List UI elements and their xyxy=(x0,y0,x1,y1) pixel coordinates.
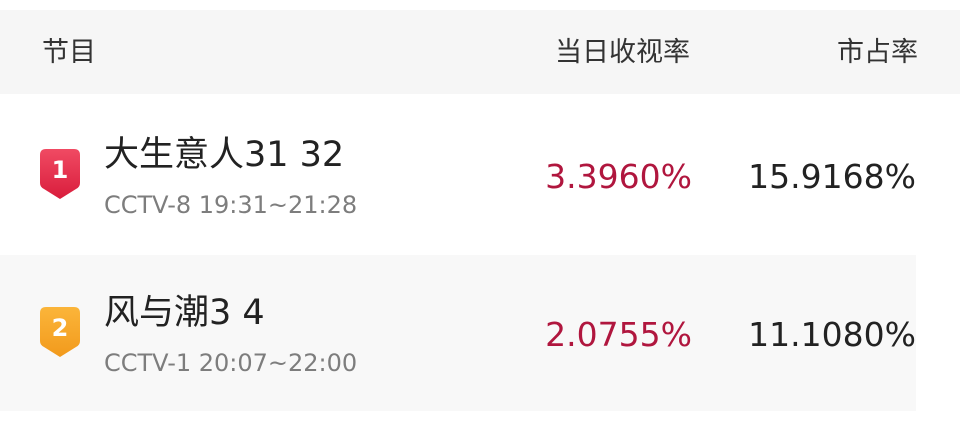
header-program: 节目 xyxy=(42,37,96,68)
daily-rating-value: 3.3960% xyxy=(545,157,692,196)
rank-badge: 2 xyxy=(40,307,80,357)
rank-badge: 1 xyxy=(40,149,80,199)
ratings-table: 节目 当日收视率 市占率 1 大生意人31 32 CCTV-8 19:31~21… xyxy=(0,0,960,434)
rank-number: 2 xyxy=(51,314,69,342)
market-share-value: 15.9168% xyxy=(748,157,916,196)
program-title[interactable]: 大生意人31 32 xyxy=(104,134,344,176)
table-header: 节目 当日收视率 市占率 xyxy=(0,10,960,94)
header-market-share[interactable]: 市占率 xyxy=(837,36,918,70)
table-row[interactable]: 1 大生意人31 32 CCTV-8 19:31~21:28 3.3960% 1… xyxy=(0,97,916,253)
rank-number: 1 xyxy=(51,156,69,184)
daily-rating-value: 2.0755% xyxy=(545,315,692,354)
market-share-value: 11.1080% xyxy=(748,315,916,354)
channel-time: CCTV-1 20:07~22:00 xyxy=(104,349,358,377)
program-title[interactable]: 风与潮3 4 xyxy=(104,292,265,334)
channel-time: CCTV-8 19:31~21:28 xyxy=(104,191,358,219)
table-row[interactable]: 2 风与潮3 4 CCTV-1 20:07~22:00 2.0755% 11.1… xyxy=(0,255,916,411)
header-daily-rating[interactable]: 当日收视率 xyxy=(555,36,690,70)
